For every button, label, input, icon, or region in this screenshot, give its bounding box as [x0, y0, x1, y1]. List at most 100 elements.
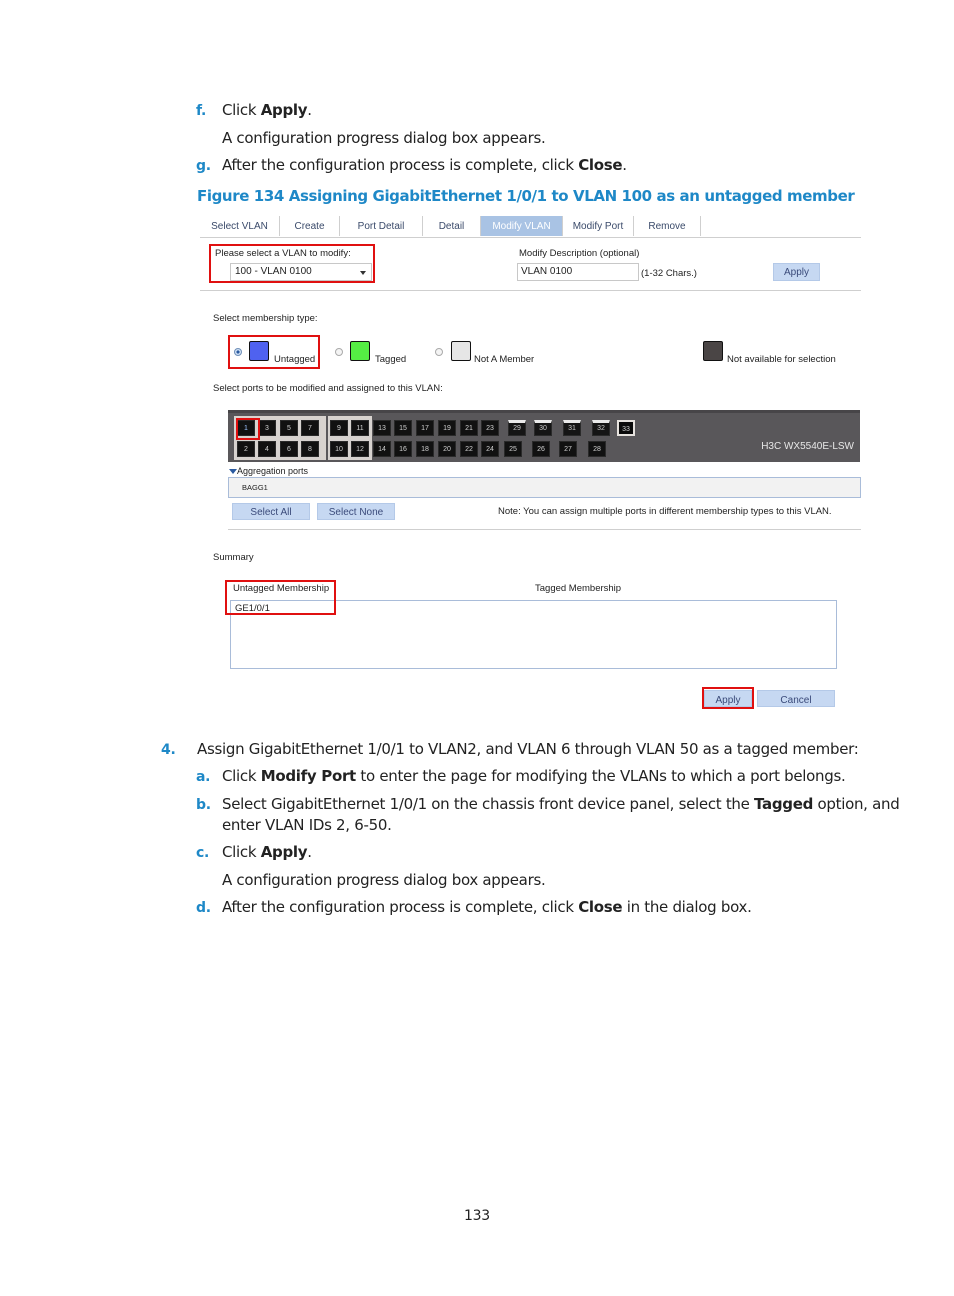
cancel-button[interactable]: Cancel: [757, 690, 835, 707]
step-text-post: .: [307, 843, 312, 861]
triangle-down-icon: [229, 469, 237, 475]
port-8[interactable]: 8: [299, 439, 321, 459]
step-text-post: to enter the page for modifying the VLAN…: [355, 767, 846, 785]
port-5[interactable]: 5: [278, 418, 300, 438]
step-text-pre: After the configuration process is compl…: [222, 156, 579, 174]
step-text-bold: Modify Port: [260, 767, 357, 785]
port-33[interactable]: 33: [617, 420, 635, 436]
step-text: Assign GigabitEthernet 1/0/1 to VLAN2, a…: [197, 740, 859, 758]
aggregation-toggle[interactable]: Aggregation ports: [229, 466, 308, 476]
membership-label: Select membership type:: [213, 313, 318, 324]
step-text-bold: Close: [578, 156, 623, 174]
step-text-bold: Tagged: [754, 795, 814, 813]
port-3[interactable]: 3: [256, 418, 278, 438]
port-9[interactable]: 9: [328, 418, 350, 438]
step-marker: d.: [196, 900, 211, 916]
select-all-button[interactable]: Select All: [232, 503, 310, 520]
radio-tagged[interactable]: [335, 348, 343, 356]
port-30[interactable]: 30: [534, 420, 552, 436]
port-29[interactable]: 29: [508, 420, 526, 436]
unavailable-swatch: [703, 341, 723, 361]
port-19[interactable]: 19: [438, 420, 456, 436]
port-23[interactable]: 23: [481, 420, 499, 436]
divider: [228, 529, 861, 530]
step-text: Click Apply.: [222, 101, 312, 119]
tab-modify-vlan[interactable]: Modify VLAN: [481, 216, 563, 236]
not-member-swatch: [451, 341, 471, 361]
port-22[interactable]: 22: [460, 441, 478, 457]
device-name: H3C WX5540E-LSW: [761, 441, 854, 452]
step-text-bold: Close: [578, 898, 623, 916]
step-text: Click Modify Port to enter the page for …: [222, 767, 846, 785]
step-text-post: .: [622, 156, 627, 174]
step-text: After the configuration process is compl…: [222, 156, 627, 174]
port-10[interactable]: 10: [328, 439, 350, 459]
tagged-swatch: [350, 341, 370, 361]
substep: a. Click Modify Port to enter the page fo…: [196, 767, 846, 785]
select-none-button[interactable]: Select None: [317, 503, 395, 520]
tab-port-detail[interactable]: Port Detail: [340, 216, 423, 236]
step-text-post: option, and: [813, 795, 900, 813]
port-17[interactable]: 17: [416, 420, 434, 436]
step-text-bold: Apply: [260, 843, 308, 861]
description-label: Modify Description (optional): [519, 248, 640, 259]
substep: d. After the configuration process is com…: [196, 898, 752, 916]
port-26[interactable]: 26: [532, 441, 550, 457]
radio-not-a-member[interactable]: [435, 348, 443, 356]
port-11[interactable]: 11: [349, 418, 371, 438]
highlight-vlan-select: [209, 244, 375, 283]
step-text-pre: Click: [222, 843, 261, 861]
step-text: Click Apply.: [222, 843, 312, 861]
port-25[interactable]: 25: [504, 441, 522, 457]
step-marker: b.: [196, 797, 211, 813]
tagged-header: Tagged Membership: [535, 583, 622, 594]
highlight-untagged-summary: [225, 580, 336, 615]
port-18[interactable]: 18: [416, 441, 434, 457]
port-16[interactable]: 16: [394, 441, 412, 457]
step-text-pre: Click: [222, 101, 261, 119]
port-27[interactable]: 27: [559, 441, 577, 457]
step-text-post: .: [307, 101, 312, 119]
tab-bar: Select VLAN Create Port Detail Detail Mo…: [200, 216, 861, 238]
step-text: Select GigabitEthernet 1/0/1 on the chas…: [222, 795, 900, 813]
port-20[interactable]: 20: [438, 441, 456, 457]
tab-modify-port[interactable]: Modify Port: [563, 216, 634, 236]
port-6[interactable]: 6: [278, 439, 300, 459]
port-15[interactable]: 15: [394, 420, 412, 436]
port-24[interactable]: 24: [481, 441, 499, 457]
aggregation-list: BAGG1: [228, 477, 861, 498]
note-text: Note: You can assign multiple ports in d…: [498, 506, 832, 517]
port-28[interactable]: 28: [588, 441, 606, 457]
unavailable-label: Not available for selection: [727, 354, 836, 365]
step-text-pre: Select GigabitEthernet 1/0/1 on the chas…: [222, 795, 755, 813]
tab-remove[interactable]: Remove: [634, 216, 701, 236]
summary-label: Summary: [213, 552, 254, 563]
highlight-untagged: [228, 335, 320, 369]
figure-caption: Figure 134 Assigning GigabitEthernet 1/0…: [197, 187, 855, 205]
apply-description-button[interactable]: Apply: [773, 263, 820, 281]
device-panel: 1 3 5 7 9 11 13 15 17 19 21 23 29 30 31 32 33 2 4 6 8 10 12 14…: [228, 410, 860, 462]
port-12[interactable]: 12: [349, 439, 371, 459]
step-g: g. After the configuration process is co…: [196, 156, 627, 174]
aggregation-item[interactable]: BAGG1: [242, 483, 268, 492]
port-7[interactable]: 7: [299, 418, 321, 438]
substep: c. Click Apply.: [196, 843, 312, 861]
description-input[interactable]: VLAN 0100: [517, 263, 639, 281]
port-13[interactable]: 13: [373, 420, 391, 436]
port-21[interactable]: 21: [460, 420, 478, 436]
step-marker: c.: [196, 845, 210, 861]
port-31[interactable]: 31: [563, 420, 581, 436]
port-2[interactable]: 2: [235, 439, 257, 459]
tab-create[interactable]: Create: [280, 216, 340, 236]
port-32[interactable]: 32: [592, 420, 610, 436]
step-text: After the configuration process is compl…: [222, 898, 752, 916]
step-f: f. Click Apply.: [196, 101, 312, 119]
tab-select-vlan[interactable]: Select VLAN: [200, 216, 280, 236]
highlight-apply: [702, 687, 754, 709]
tab-detail[interactable]: Detail: [423, 216, 481, 236]
step-marker: 4.: [161, 742, 176, 758]
step-marker: g.: [196, 158, 211, 174]
port-14[interactable]: 14: [373, 441, 391, 457]
aggregation-label: Aggregation ports: [237, 466, 309, 476]
port-4[interactable]: 4: [256, 439, 278, 459]
